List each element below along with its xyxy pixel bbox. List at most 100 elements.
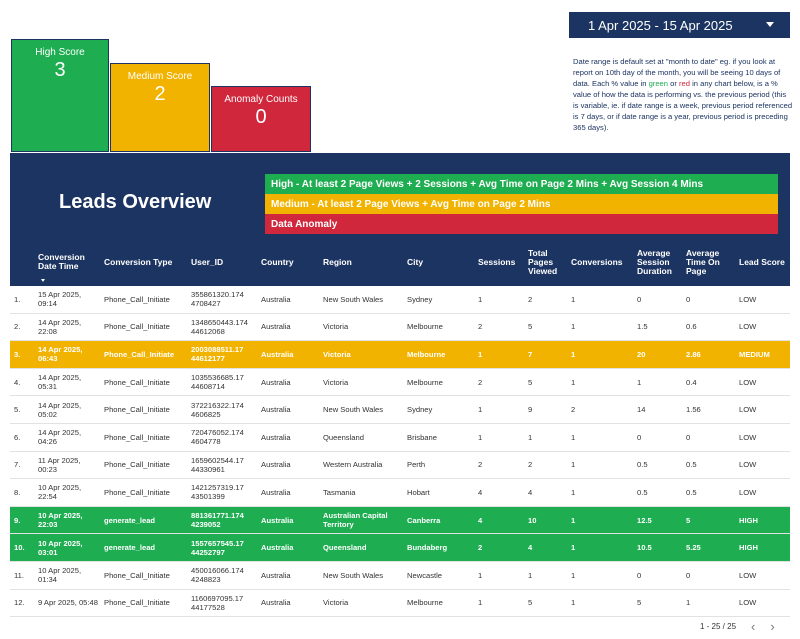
cell-city: Melbourne bbox=[407, 322, 443, 332]
column-header-row-number[interactable] bbox=[14, 238, 34, 286]
table-row[interactable]: 4. 14 Apr 2025, 05:31 Phone_Call_Initiate 1… bbox=[10, 369, 790, 397]
cell-conversion-type: Phone_Call_Initiate bbox=[104, 377, 170, 387]
table-row[interactable]: 9. 10 Apr 2025, 22:03 generate_lead 8813617… bbox=[10, 506, 790, 535]
column-header-country[interactable]: Country bbox=[261, 238, 321, 286]
cell-average-session-duration: 14 bbox=[637, 405, 646, 415]
cell-user-id: 372216322.174 4606825 bbox=[191, 400, 244, 419]
cell-country: Australia bbox=[261, 515, 294, 525]
cell-conversions: 2 bbox=[571, 405, 576, 415]
chevron-left-icon[interactable]: ‹ bbox=[751, 619, 755, 634]
cell-sessions: 1 bbox=[478, 570, 483, 580]
cell-conversions: 1 bbox=[571, 598, 576, 608]
cell-country: Australia bbox=[261, 432, 291, 442]
legend-medium: Medium - At least 2 Page Views + Avg Tim… bbox=[265, 194, 778, 214]
cell-conversion-type: generate_lead bbox=[104, 515, 156, 525]
cell-user-id: 355861320.174 4708427 bbox=[191, 290, 244, 309]
cell-region: Victoria bbox=[323, 349, 351, 359]
cell-row-number: 12. bbox=[14, 598, 25, 608]
column-header-conversion-date-time[interactable]: Conversion Date Time bbox=[38, 238, 98, 286]
cell-conversion-date-time: 14 Apr 2025, 05:31 bbox=[38, 373, 82, 392]
cell-lead-score: LOW bbox=[739, 570, 757, 580]
medium-score-value: 2 bbox=[154, 83, 166, 105]
column-header-conversions[interactable]: Conversions bbox=[571, 238, 637, 286]
leads-table-body: 1. 15 Apr 2025, 09:14 Phone_Call_Initiate 3… bbox=[10, 286, 790, 618]
cell-sessions: 2 bbox=[478, 460, 483, 470]
cell-conversion-date-time: 9 Apr 2025, 05:48 bbox=[38, 598, 98, 608]
cell-average-time-on-page: 0.5 bbox=[686, 460, 697, 470]
note-text-mid: or bbox=[668, 79, 679, 88]
cell-city: Melbourne bbox=[407, 598, 443, 608]
legend-high: High - At least 2 Page Views + 2 Session… bbox=[265, 174, 778, 194]
cell-average-session-duration: 20 bbox=[637, 349, 646, 359]
cell-total-pages-viewed: 2 bbox=[528, 460, 533, 470]
cell-average-time-on-page: 1.56 bbox=[686, 405, 701, 415]
cell-conversions: 1 bbox=[571, 487, 576, 497]
cell-average-session-duration: 1.5 bbox=[637, 322, 648, 332]
table-row[interactable]: 11. 10 Apr 2025, 01:34 Phone_Call_Initiate… bbox=[10, 562, 790, 590]
column-header-user-id[interactable]: User_ID bbox=[191, 238, 257, 286]
cell-row-number: 3. bbox=[14, 349, 21, 359]
column-header-lead-score[interactable]: Lead Score bbox=[739, 238, 785, 286]
cell-total-pages-viewed: 5 bbox=[528, 377, 533, 387]
chevron-right-icon[interactable]: › bbox=[770, 619, 774, 634]
cell-average-time-on-page: 5.25 bbox=[686, 543, 701, 553]
table-row[interactable]: 6. 14 Apr 2025, 04:26 Phone_Call_Initiate 7… bbox=[10, 424, 790, 452]
cell-total-pages-viewed: 1 bbox=[528, 432, 533, 442]
column-header-city[interactable]: City bbox=[407, 238, 475, 286]
date-range-note: Date range is default set at "month to d… bbox=[573, 56, 793, 133]
cell-conversion-date-time: 14 Apr 2025, 05:02 bbox=[38, 400, 82, 419]
table-row[interactable]: 1. 15 Apr 2025, 09:14 Phone_Call_Initiate 3… bbox=[10, 286, 790, 314]
date-range-picker[interactable]: 1 Apr 2025 - 15 Apr 2025 bbox=[569, 12, 790, 38]
cell-region: Victoria bbox=[323, 377, 349, 387]
cell-conversion-type: Phone_Call_Initiate bbox=[104, 322, 170, 332]
cell-sessions: 1 bbox=[478, 432, 483, 442]
cell-conversion-date-time: 10 Apr 2025, 22:03 bbox=[38, 511, 83, 530]
cell-average-time-on-page: 0 bbox=[686, 432, 691, 442]
cell-lead-score: LOW bbox=[739, 377, 757, 387]
table-row[interactable]: 3. 14 Apr 2025, 06:43 Phone_Call_Initiate 2… bbox=[10, 341, 790, 369]
cell-conversions: 1 bbox=[571, 349, 576, 359]
note-green: green bbox=[648, 79, 669, 88]
cell-row-number: 4. bbox=[14, 377, 21, 387]
table-row[interactable]: 10. 10 Apr 2025, 03:01 generate_lead 155765… bbox=[10, 534, 790, 562]
cell-conversion-type: Phone_Call_Initiate bbox=[104, 570, 170, 580]
column-header-average-session-duration[interactable]: Average Session Duration bbox=[637, 238, 684, 286]
cell-average-session-duration: 0.5 bbox=[637, 487, 648, 497]
table-row[interactable]: 5. 14 Apr 2025, 05:02 Phone_Call_Initiate 3… bbox=[10, 396, 790, 424]
cell-conversions: 1 bbox=[571, 432, 576, 442]
high-score-card: High Score 3 bbox=[11, 39, 109, 152]
cell-lead-score: MEDIUM bbox=[739, 349, 770, 359]
cell-average-time-on-page: 2.86 bbox=[686, 349, 701, 359]
cell-sessions: 1 bbox=[478, 294, 483, 304]
table-row[interactable]: 2. 14 Apr 2025, 22:08 Phone_Call_Initiate 1… bbox=[10, 314, 790, 342]
cell-city: Brisbane bbox=[407, 432, 437, 442]
cell-country: Australia bbox=[261, 322, 291, 332]
cell-average-session-duration: 0 bbox=[637, 294, 642, 304]
cell-conversions: 1 bbox=[571, 322, 576, 332]
table-row[interactable]: 8. 10 Apr 2025, 22:54 Phone_Call_Initiate 1… bbox=[10, 479, 790, 507]
column-header-conversion-type[interactable]: Conversion Type bbox=[104, 238, 188, 286]
cell-average-time-on-page: 0.4 bbox=[686, 377, 697, 387]
high-score-label: High Score bbox=[35, 47, 85, 58]
column-header-sessions[interactable]: Sessions bbox=[478, 238, 528, 286]
column-header-region[interactable]: Region bbox=[323, 238, 405, 286]
cell-conversions: 1 bbox=[571, 543, 576, 553]
anomaly-count-card: Anomaly Counts 0 bbox=[211, 86, 311, 152]
cell-lead-score: HIGH bbox=[739, 515, 758, 525]
cell-user-id: 881361771.174 4239052 bbox=[191, 511, 244, 530]
cell-row-number: 10. bbox=[14, 543, 25, 553]
cell-conversions: 1 bbox=[571, 377, 576, 387]
cell-average-time-on-page: 0 bbox=[686, 570, 691, 580]
cell-city: Newcastle bbox=[407, 570, 443, 580]
cell-average-time-on-page: 1 bbox=[686, 598, 691, 608]
column-header-total-pages-viewed[interactable]: Total Pages Viewed bbox=[528, 238, 570, 286]
table-row[interactable]: 12. 9 Apr 2025, 05:48 Phone_Call_Initiate 1… bbox=[10, 590, 790, 618]
cell-average-time-on-page: 0.6 bbox=[686, 322, 697, 332]
cell-sessions: 1 bbox=[478, 349, 483, 359]
column-header-average-time-on-page[interactable]: Average Time On Page bbox=[686, 238, 738, 286]
table-row[interactable]: 7. 11 Apr 2025, 00:23 Phone_Call_Initiate 1… bbox=[10, 452, 790, 480]
cell-lead-score: LOW bbox=[739, 598, 757, 608]
cell-conversion-date-time: 14 Apr 2025, 22:08 bbox=[38, 317, 82, 336]
cell-sessions: 2 bbox=[478, 377, 483, 387]
cell-row-number: 8. bbox=[14, 487, 21, 497]
